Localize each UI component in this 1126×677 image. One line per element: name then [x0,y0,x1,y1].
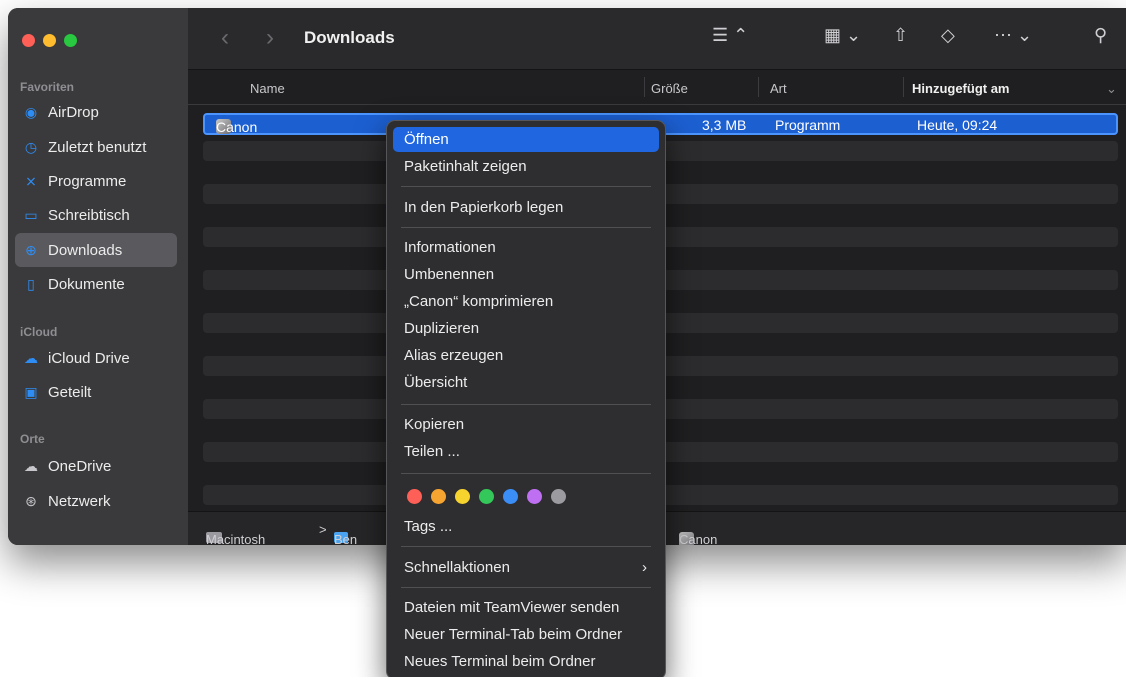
toolbar: ‹ › Downloads ☰ ⌃ ▦ ⌄ ⇧ ◇ ⋯ ⌄ ⚲ [188,8,1126,70]
cloud-icon: ☁ [24,457,38,474]
airdrop-icon: ◉ [24,103,38,120]
menu-item-tags[interactable]: Tags ... [393,514,659,539]
search-icon[interactable]: ⚲ [1094,25,1107,46]
menu-separator [401,186,651,187]
menu-item-quick-actions[interactable]: Schnellaktionen › [393,555,659,580]
menu-item-get-info[interactable]: Informationen [393,235,659,260]
sidebar-item-label: Schreibtisch [48,206,130,224]
sidebar-item-applications[interactable]: ⨯ Programme [15,164,177,198]
menu-separator [401,546,651,547]
sidebar-item-recents[interactable]: ◷ Zuletzt benutzt [15,130,177,164]
back-chevron-icon[interactable]: ‹ [221,24,229,52]
menu-item-new-terminal[interactable]: Neues Terminal beim Ordner [393,649,659,674]
chevron-right-icon: › [642,559,647,576]
close-button[interactable] [22,34,35,47]
document-icon: ▯ [27,275,35,292]
column-kind[interactable]: Art [770,81,787,96]
tag-color-grey[interactable] [551,489,566,504]
desktop-icon: ▭ [24,206,38,223]
sidebar-item-label: OneDrive [48,457,112,475]
section-icloud: iCloud [20,325,58,339]
sidebar-item-label: Dokumente [48,275,125,293]
tag-color-blue[interactable] [503,489,518,504]
path-separator: > [319,522,327,537]
sidebar-item-documents[interactable]: ▯ Dokumente [15,267,177,301]
tag-color-orange[interactable] [431,489,446,504]
share-icon[interactable]: ⇧ [893,25,908,46]
sort-chevron-icon[interactable]: ⌄ [1106,81,1117,97]
menu-item-new-terminal-tab[interactable]: Neuer Terminal-Tab beim Ordner [393,622,659,647]
file-kind: Programm [775,117,841,133]
sidebar-item-label: iCloud Drive [48,349,130,367]
menu-item-duplicate[interactable]: Duplizieren [393,316,659,341]
clock-icon: ◷ [24,138,38,155]
tag-color-picker [407,489,566,504]
menu-item-compress[interactable]: „Canon“ komprimieren [393,289,659,314]
minimize-button[interactable] [43,34,56,47]
list-view-icon[interactable]: ☰ ⌃ [712,25,748,46]
section-favorites: Favoriten [20,80,75,94]
sidebar-item-label: Programme [48,172,127,190]
menu-separator [401,587,651,588]
menu-item-share[interactable]: Teilen ... [393,439,659,464]
menu-separator [401,227,651,228]
section-places: Orte [20,432,45,446]
tag-icon[interactable]: ◇ [941,25,955,46]
menu-item-make-alias[interactable]: Alias erzeugen [393,343,659,368]
menu-item-teamviewer-send[interactable]: Dateien mit TeamViewer senden [393,595,659,620]
tag-color-red[interactable] [407,489,422,504]
menu-separator [401,473,651,474]
cloud-icon: ☁ [24,349,38,366]
file-date-added: Heute, 09:24 [917,117,998,133]
column-size[interactable]: Größe [651,81,688,96]
sidebar-item-label: AirDrop [48,103,99,121]
sidebar-item-label: Zuletzt benutzt [48,138,147,156]
file-size: 3,3 MB [702,117,747,133]
menu-item-rename[interactable]: Umbenennen [393,262,659,287]
forward-chevron-icon[interactable]: › [266,24,274,52]
sidebar-item-label: Netzwerk [48,492,111,510]
sidebar-item-desktop[interactable]: ▭ Schreibtisch [15,198,177,232]
window-title: Downloads [304,28,395,47]
menu-item-quick-look[interactable]: Übersicht [393,370,659,395]
window-controls [22,34,77,47]
column-date-added[interactable]: Hinzugefügt am [912,81,1010,96]
sidebar-item-label: Geteilt [48,383,92,401]
context-menu: Öffnen Paketinhalt zeigen In den Papierk… [386,120,666,677]
tag-color-purple[interactable] [527,489,542,504]
sidebar-item-shared[interactable]: ▣ Geteilt [15,375,177,409]
tag-color-yellow[interactable] [455,489,470,504]
sidebar: Favoriten ◉ AirDrop ◷ Zuletzt benutzt ⨯ … [8,8,188,545]
download-icon: ⊕ [25,241,37,258]
network-globe-icon: ⊛ [25,492,37,509]
menu-item-copy[interactable]: Kopieren [393,412,659,437]
sidebar-item-network[interactable]: ⊛ Netzwerk [15,484,177,518]
zoom-button[interactable] [64,34,77,47]
sidebar-item-onedrive[interactable]: ☁ OneDrive [15,449,177,483]
group-by-icon[interactable]: ▦ ⌄ [824,25,861,46]
menu-separator [401,404,651,405]
menu-item-show-package-contents[interactable]: Paketinhalt zeigen [393,154,659,179]
sidebar-item-icloud-drive[interactable]: ☁ iCloud Drive [15,341,177,375]
tag-color-green[interactable] [479,489,494,504]
column-name[interactable]: Name [250,81,285,96]
applications-icon: ⨯ [25,172,37,189]
sidebar-item-label: Downloads [48,241,123,259]
menu-item-open[interactable]: Öffnen [393,127,659,152]
more-actions-icon[interactable]: ⋯ ⌄ [994,25,1032,46]
column-header: Name Größe Art Hinzugefügt am ⌄ [188,71,1126,105]
sidebar-item-downloads[interactable]: ⊕ Downloads [15,233,177,267]
sidebar-item-airdrop[interactable]: ◉ AirDrop [15,95,177,129]
shared-folder-icon: ▣ [24,383,38,400]
menu-item-move-to-trash[interactable]: In den Papierkorb legen [393,195,659,220]
menu-item-label: Schnellaktionen [404,559,510,576]
